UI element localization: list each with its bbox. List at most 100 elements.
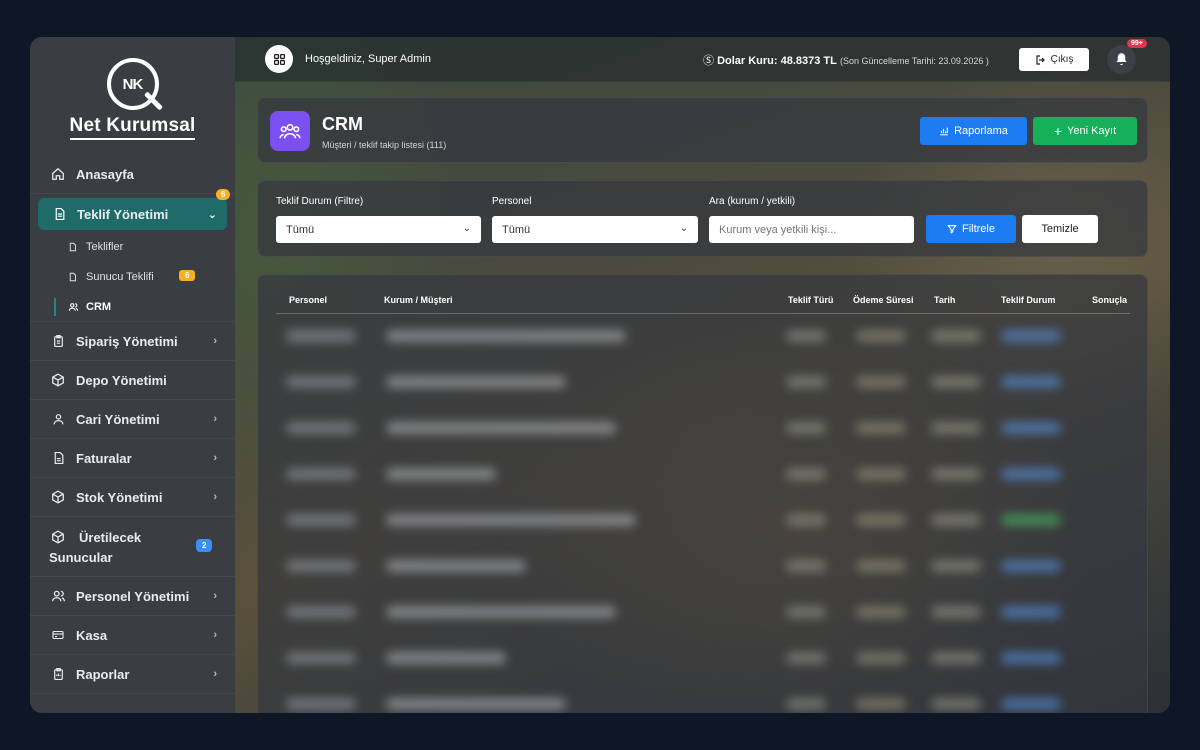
- blurred-cell: [931, 560, 981, 572]
- sidebar-item-offer-management[interactable]: Teklif Yönetimi ⌄ 6: [38, 189, 231, 230]
- blurred-cell: [786, 698, 826, 710]
- users-icon: [270, 111, 310, 151]
- chevron-right-icon: ›: [213, 491, 217, 503]
- sidebar-nav: Anasayfa Teklif Yönetimi ⌄ 6 Teklifler S…: [30, 155, 235, 694]
- blurred-cell: [1001, 514, 1061, 526]
- wallet-icon: [50, 627, 66, 643]
- blurred-cell: [786, 330, 826, 342]
- offer-count-badge: 6: [216, 189, 231, 200]
- sidebar-item-invoices[interactable]: Faturalar ›: [30, 439, 235, 478]
- column-header[interactable]: Personel: [289, 295, 327, 305]
- blurred-cell: [856, 560, 906, 572]
- document-icon: [68, 242, 80, 252]
- search-input[interactable]: [709, 216, 914, 243]
- search-label: Ara (kurum / yetkili): [709, 196, 796, 207]
- sidebar-item-produced-servers[interactable]: Üretilecek Sunucular 2: [30, 517, 235, 577]
- crm-table: Personel Kurum / Müşteri Teklif Türü Öde…: [257, 274, 1148, 713]
- blurred-cell: [286, 468, 356, 480]
- blurred-cell: [931, 468, 981, 480]
- user-icon: [50, 411, 66, 427]
- blurred-cell: [856, 698, 906, 710]
- sidebar-item-home[interactable]: Anasayfa: [30, 155, 235, 194]
- blurred-cell: [856, 422, 906, 434]
- dollar-icon: Ⓢ: [703, 55, 714, 67]
- column-header[interactable]: Sonuçla: [1092, 295, 1127, 305]
- app-window: NK Net Kurumsal Anasayfa Teklif Yönetimi…: [30, 37, 1170, 713]
- blurred-cell: [386, 606, 616, 618]
- page-header: CRM Müşteri / teklif takip listesi (111)…: [257, 97, 1148, 163]
- personnel-filter-select[interactable]: Tümü ⌄: [492, 216, 698, 243]
- sidebar-item-reports[interactable]: Raporlar ›: [30, 655, 235, 694]
- blurred-cell: [1001, 560, 1061, 572]
- notification-badge: 99+: [1127, 39, 1147, 48]
- column-header[interactable]: Teklif Türü: [788, 295, 833, 305]
- sidebar-item-stock-management[interactable]: Stok Yönetimi ›: [30, 478, 235, 517]
- logout-button[interactable]: Çıkış: [1019, 48, 1089, 71]
- table-header-divider: [276, 313, 1130, 314]
- report-icon: [50, 666, 66, 682]
- page-subtitle: Müşteri / teklif takip listesi (111): [322, 140, 447, 150]
- blurred-cell: [786, 468, 826, 480]
- column-header[interactable]: Ödeme Süresi: [853, 295, 914, 305]
- chevron-right-icon: ›: [213, 629, 217, 641]
- clear-button[interactable]: Temizle: [1022, 215, 1098, 243]
- chevron-down-icon: ⌄: [462, 223, 471, 234]
- blurred-cell: [856, 514, 906, 526]
- column-header[interactable]: Tarih: [934, 295, 955, 305]
- blurred-cell: [786, 514, 826, 526]
- blurred-cell: [1001, 422, 1061, 434]
- blurred-cell: [1001, 652, 1061, 664]
- users-icon: [50, 588, 66, 604]
- blurred-cell: [386, 376, 566, 388]
- sidebar-item-personnel[interactable]: Personel Yönetimi ›: [30, 577, 235, 616]
- document-icon: [51, 206, 67, 222]
- reporting-button[interactable]: Raporlama: [920, 117, 1027, 145]
- chevron-right-icon: ›: [213, 590, 217, 602]
- column-header[interactable]: Kurum / Müşteri: [384, 295, 453, 305]
- filter-button[interactable]: Filtrele: [926, 215, 1016, 243]
- chart-icon: [940, 127, 948, 136]
- sidebar-subitem-crm[interactable]: CRM: [30, 292, 235, 322]
- sidebar-subitem-server-offer[interactable]: Sunucu Teklifi 6: [30, 262, 235, 292]
- blurred-cell: [386, 560, 526, 572]
- blurred-cell: [386, 514, 636, 526]
- server-offer-badge: 6: [179, 270, 196, 281]
- blurred-cell: [931, 376, 981, 388]
- blurred-cell: [1001, 376, 1061, 388]
- exchange-rate: Ⓢ Dolar Kuru: 48.8373 TL (Son Güncelleme…: [703, 55, 989, 67]
- blurred-cell: [856, 652, 906, 664]
- blurred-cell: [856, 606, 906, 618]
- blurred-cell: [1001, 606, 1061, 618]
- produced-servers-badge: 2: [196, 539, 213, 552]
- brand-logo[interactable]: NK Net Kurumsal: [30, 37, 235, 152]
- blurred-cell: [286, 422, 356, 434]
- column-header[interactable]: Teklif Durum: [1001, 295, 1055, 305]
- status-filter-label: Teklif Durum (Filtre): [276, 196, 364, 207]
- new-record-button[interactable]: + Yeni Kayıt: [1033, 117, 1137, 145]
- blurred-cell: [386, 468, 496, 480]
- sidebar-item-order-management[interactable]: Sipariş Yönetimi ›: [30, 322, 235, 361]
- chevron-right-icon: ›: [213, 335, 217, 347]
- status-filter-select[interactable]: Tümü ⌄: [276, 216, 481, 243]
- invoice-icon: [50, 450, 66, 466]
- blurred-cell: [931, 514, 981, 526]
- box-icon: [50, 372, 66, 388]
- blurred-cell: [286, 330, 356, 342]
- blurred-cell: [286, 376, 356, 388]
- chevron-right-icon: ›: [213, 452, 217, 464]
- sidebar-item-account-management[interactable]: Cari Yönetimi ›: [30, 400, 235, 439]
- blurred-cell: [286, 514, 356, 526]
- sidebar-item-warehouse[interactable]: Depo Yönetimi: [30, 361, 235, 400]
- sidebar-item-label: Anasayfa: [76, 166, 134, 182]
- blurred-cell: [786, 422, 826, 434]
- sidebar-subitem-offers[interactable]: Teklifler: [30, 232, 235, 262]
- plus-icon: +: [1053, 123, 1063, 139]
- notifications-button[interactable]: [1107, 45, 1136, 74]
- logout-icon: [1036, 54, 1045, 65]
- sidebar-item-cash[interactable]: Kasa ›: [30, 616, 235, 655]
- blurred-cell: [786, 560, 826, 572]
- menu-grid-button[interactable]: [265, 45, 293, 73]
- blurred-cell: [286, 698, 356, 710]
- blurred-cell: [856, 330, 906, 342]
- personnel-filter-label: Personel: [492, 196, 532, 207]
